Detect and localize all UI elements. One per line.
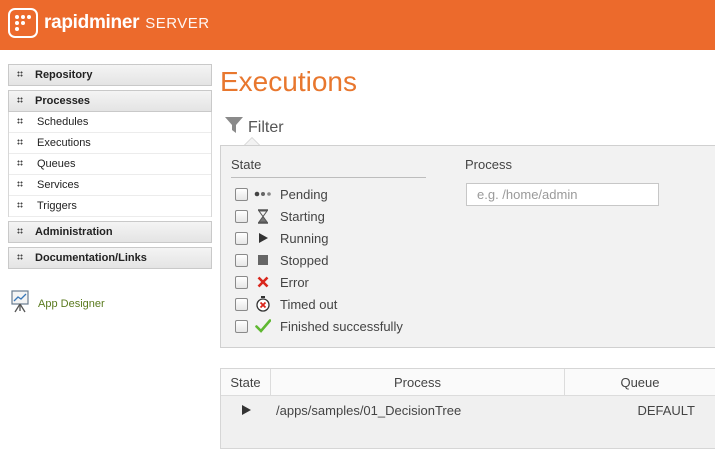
state-filter-label: Timed out [280,296,338,312]
brand-name: rapidminer [44,12,140,33]
state-filter-running[interactable]: Running [235,227,403,249]
state-filter-stopped[interactable]: Stopped [235,249,403,271]
drag-grip-icon [17,97,27,105]
state-filter-list: Pending Starting Running Stopped Error T… [235,183,403,337]
sidebar-section-processes[interactable]: Processes [8,90,212,112]
funnel-icon [224,115,244,140]
state-filter-heading: State [231,157,426,178]
state-filter-label: Error [280,274,309,290]
page-title: Executions [220,66,357,97]
state-filter-label: Pending [280,186,328,202]
drag-grip-icon [17,71,27,79]
sidebar-item-label: Queues [37,158,76,170]
process-filter-heading: Process [465,157,512,172]
sidebar-section-repository[interactable]: Repository [8,64,212,86]
rapidminer-logo-icon [8,8,38,38]
presentation-board-icon [10,289,30,318]
drag-grip-icon [17,228,27,236]
sidebar-item-label: Executions [37,137,91,149]
cross-icon [254,274,272,290]
column-header-queue[interactable]: Queue [565,369,715,396]
sidebar-section-documentation[interactable]: Documentation/Links [8,247,212,269]
finished-checkbox[interactable] [235,319,248,333]
sidebar-item-label: Services [37,179,80,191]
drag-grip-icon [17,139,27,147]
sidebar: Repository Processes Schedules Execution… [8,64,212,273]
brand-suffix: SERVER [145,14,210,32]
process-filter-input[interactable] [466,183,659,206]
sidebar-item-label: Triggers [37,200,77,212]
state-filter-label: Finished successfully [280,318,403,334]
state-filter-label: Running [280,230,329,246]
error-checkbox[interactable] [235,275,248,289]
brand[interactable]: rapidminer SERVER [8,8,210,38]
top-header: rapidminer SERVER [0,0,715,50]
sidebar-section-label: Repository [35,69,93,81]
starting-checkbox[interactable] [235,209,248,223]
sidebar-item-triggers[interactable]: Triggers [9,196,211,217]
sidebar-item-queues[interactable]: Queues [9,154,211,175]
timeout-icon [254,296,272,312]
play-icon [241,403,251,418]
drag-grip-icon [17,181,27,189]
ellipsis-icon [254,186,272,202]
app-designer-link[interactable]: App Designer [10,289,105,318]
play-icon [254,230,272,246]
running-checkbox[interactable] [235,231,248,245]
drag-grip-icon [17,160,27,168]
drag-grip-icon [17,254,27,262]
sidebar-section-label: Processes [35,95,91,107]
row-queue-cell: DEFAULT [637,402,695,418]
drag-grip-icon [17,118,27,126]
row-state-cell [221,403,271,418]
state-filter-label: Stopped [280,252,329,268]
sidebar-section-label: Administration [35,226,113,238]
sidebar-item-schedules[interactable]: Schedules [9,112,211,133]
sidebar-item-services[interactable]: Services [9,175,211,196]
state-filter-label: Starting [280,208,325,224]
row-process-cell: /apps/samples/01_DecisionTree [276,402,462,418]
sidebar-item-label: Schedules [37,116,89,128]
column-header-state[interactable]: State [221,369,271,396]
state-filter-error[interactable]: Error [235,271,403,293]
column-header-process[interactable]: Process [271,369,565,396]
sidebar-section-administration[interactable]: Administration [8,221,212,243]
hourglass-icon [254,208,272,224]
processes-submenu: Schedules Executions Queues Services Tri… [8,112,212,217]
state-filter-starting[interactable]: Starting [235,205,403,227]
drag-grip-icon [17,202,27,210]
state-filter-pending[interactable]: Pending [235,183,403,205]
stopped-checkbox[interactable] [235,253,248,267]
state-filter-finished[interactable]: Finished successfully [235,315,403,337]
filter-panel-caret [244,137,260,145]
filter-panel: State Process Pending Starting Running S… [220,145,715,348]
table-header: State Process Queue [221,369,715,396]
sidebar-item-executions[interactable]: Executions [9,133,211,154]
table-row[interactable]: /apps/samples/01_DecisionTree DEFAULT [221,397,715,423]
app-designer-label: App Designer [38,297,105,310]
state-filter-timed-out[interactable]: Timed out [235,293,403,315]
stop-icon [254,252,272,268]
checkmark-icon [254,318,272,334]
executions-table: State Process Queue /apps/samples/01_Dec… [220,368,715,449]
timed-out-checkbox[interactable] [235,297,248,311]
filter-label: Filter [248,118,284,136]
sidebar-section-label: Documentation/Links [35,252,147,264]
pending-checkbox[interactable] [235,187,248,201]
